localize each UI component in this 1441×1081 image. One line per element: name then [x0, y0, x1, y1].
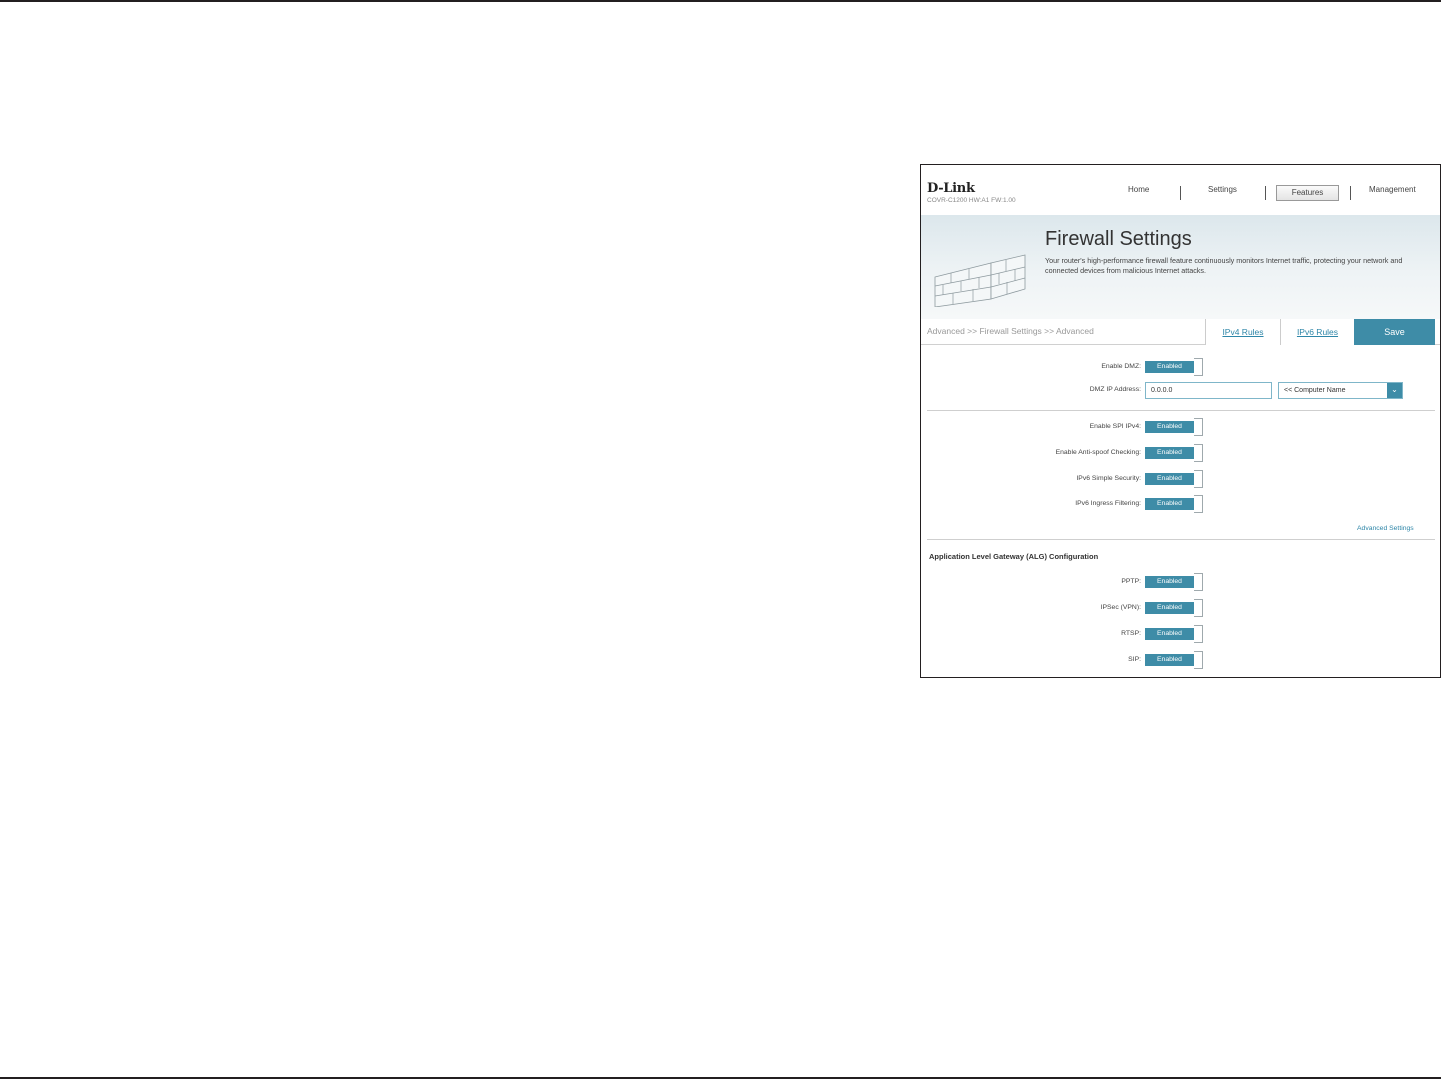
- toggle-state: Enabled: [1145, 473, 1194, 485]
- nav-features[interactable]: Features: [1276, 185, 1339, 201]
- ipsec-vpn-toggle[interactable]: Enabled: [1145, 599, 1203, 617]
- enable-dmz-toggle[interactable]: Enabled: [1145, 358, 1203, 376]
- toggle-knob: [1194, 573, 1203, 591]
- toggle-knob: [1194, 470, 1203, 488]
- alg-section-title: Application Level Gateway (ALG) Configur…: [929, 552, 1099, 561]
- ipv6-ingress-filtering-toggle[interactable]: Enabled: [1145, 495, 1203, 513]
- chevron-down-icon: ⌄: [1387, 383, 1402, 398]
- anti-spoof-toggle[interactable]: Enabled: [1145, 444, 1203, 462]
- tab-bar: Advanced >> Firewall Settings >> Advance…: [921, 319, 1440, 345]
- nav-settings[interactable]: Settings: [1208, 185, 1237, 194]
- toggle-state: Enabled: [1145, 447, 1194, 459]
- rtsp-toggle[interactable]: Enabled: [1145, 625, 1203, 643]
- toggle-knob: [1194, 358, 1203, 376]
- computer-name-select[interactable]: << Computer Name ⌄: [1278, 382, 1403, 399]
- page-banner: Firewall Settings Your router's high-per…: [921, 215, 1440, 319]
- advanced-settings-link[interactable]: Advanced Settings: [1357, 525, 1414, 532]
- ipv6-simple-security-label: IPv6 Simple Security:: [1076, 475, 1141, 482]
- nav-divider: [1350, 186, 1351, 200]
- nav-home[interactable]: Home: [1128, 185, 1149, 194]
- nav-divider: [1265, 186, 1266, 200]
- ipv6-simple-security-toggle[interactable]: Enabled: [1145, 470, 1203, 488]
- anti-spoof-label: Enable Anti-spoof Checking:: [1055, 449, 1141, 456]
- computer-name-select-value: << Computer Name: [1284, 387, 1346, 394]
- rtsp-label: RTSP:: [1121, 630, 1141, 637]
- toggle-state: Enabled: [1145, 421, 1194, 433]
- toggle-state: Enabled: [1145, 602, 1194, 614]
- model-info: COVR-C1200 HW:A1 FW:1.00: [927, 197, 1016, 204]
- toggle-state: Enabled: [1145, 361, 1194, 373]
- firewall-wall-icon: [934, 254, 1026, 307]
- toggle-knob: [1194, 418, 1203, 436]
- ipsec-vpn-label: IPSec (VPN):: [1100, 604, 1141, 611]
- tab-ipv4-rules[interactable]: IPv4 Rules: [1205, 319, 1280, 345]
- tab-ipv6-rules[interactable]: IPv6 Rules: [1280, 319, 1354, 345]
- save-button[interactable]: Save: [1354, 319, 1435, 345]
- toggle-state: Enabled: [1145, 628, 1194, 640]
- sip-toggle[interactable]: Enabled: [1145, 651, 1203, 669]
- nav-management[interactable]: Management: [1369, 185, 1416, 194]
- enable-dmz-label: Enable DMZ:: [1101, 363, 1141, 370]
- dmz-ip-label: DMZ IP Address:: [1089, 386, 1141, 393]
- toggle-knob: [1194, 599, 1203, 617]
- page-title: Firewall Settings: [1045, 228, 1192, 250]
- section-divider: [927, 410, 1435, 411]
- toggle-state: Enabled: [1145, 576, 1194, 588]
- dmz-ip-input[interactable]: 0.0.0.0: [1145, 382, 1272, 399]
- page-top-rule: [0, 0, 1441, 2]
- brand-logo: D-Link: [927, 181, 975, 196]
- pptp-toggle[interactable]: Enabled: [1145, 573, 1203, 591]
- breadcrumb: Advanced >> Firewall Settings >> Advance…: [927, 326, 1094, 336]
- pptp-label: PPTP:: [1121, 578, 1141, 585]
- enable-spi-ipv4-toggle[interactable]: Enabled: [1145, 418, 1203, 436]
- toggle-state: Enabled: [1145, 498, 1194, 510]
- sip-label: SIP:: [1128, 656, 1141, 663]
- toggle-knob: [1194, 625, 1203, 643]
- nav-divider: [1180, 186, 1181, 200]
- page-description: Your router's high-performance firewall …: [1045, 256, 1403, 275]
- header: D-Link COVR-C1200 HW:A1 FW:1.00 Home Set…: [921, 165, 1440, 215]
- toggle-knob: [1194, 495, 1203, 513]
- enable-spi-ipv4-label: Enable SPI IPv4:: [1089, 423, 1141, 430]
- toggle-state: Enabled: [1145, 654, 1194, 666]
- ipv6-ingress-filtering-label: IPv6 Ingress Filtering:: [1075, 500, 1141, 507]
- section-divider: [927, 539, 1435, 540]
- toggle-knob: [1194, 444, 1203, 462]
- page-bottom-rule: [0, 1077, 1441, 1079]
- toggle-knob: [1194, 651, 1203, 669]
- router-screenshot-frame: D-Link COVR-C1200 HW:A1 FW:1.00 Home Set…: [920, 164, 1441, 678]
